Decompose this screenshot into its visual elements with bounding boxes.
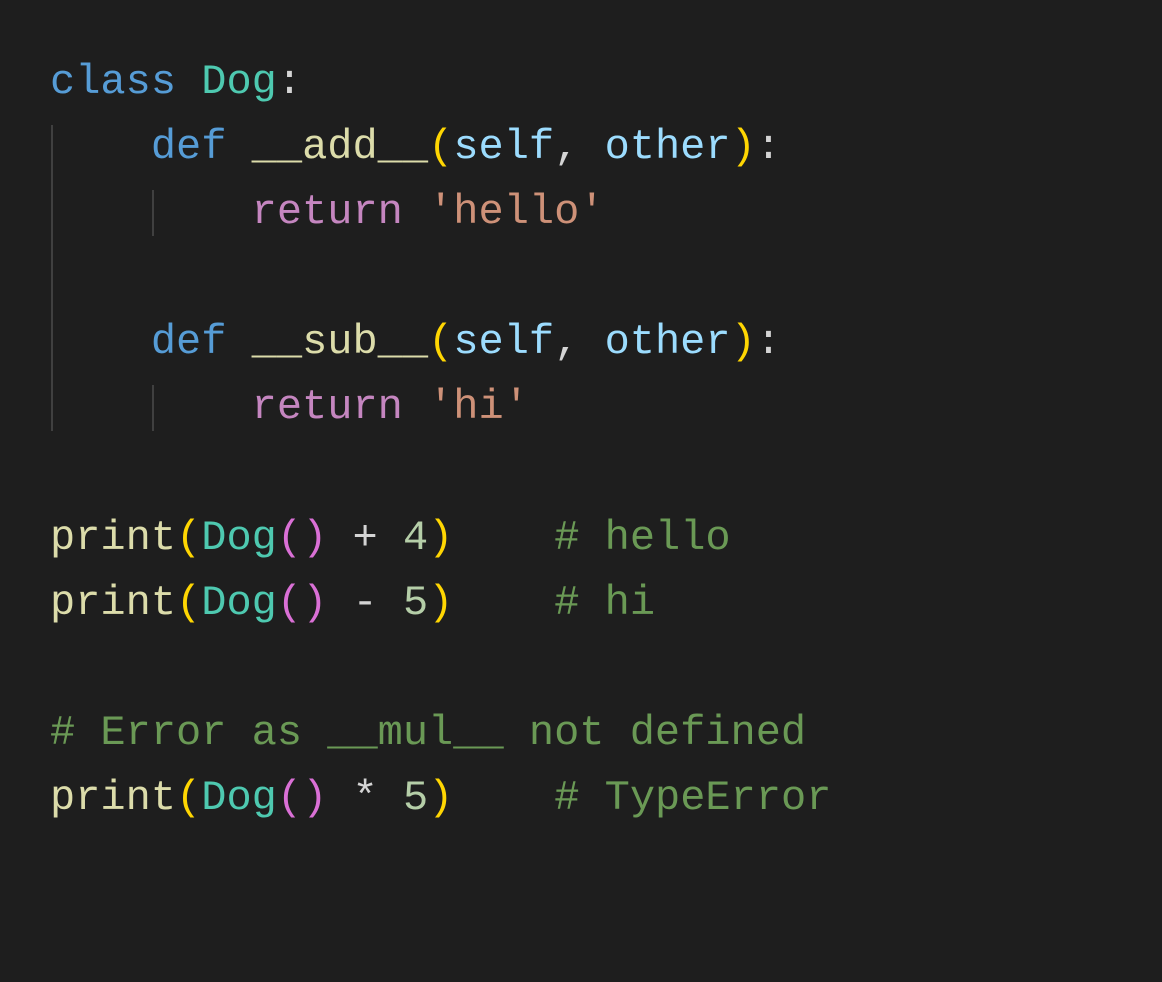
code-token: Dog [201, 514, 277, 562]
code-token: ) [302, 514, 327, 562]
code-token: 5 [403, 579, 428, 627]
code-line: def __add__(self, other): [50, 123, 781, 171]
code-token: Dog [201, 58, 277, 106]
code-token: other [605, 123, 731, 171]
code-token: 'hello' [428, 188, 604, 236]
code-token: : [756, 318, 781, 366]
code-line: print(Dog() * 5) # TypeError [50, 774, 831, 822]
code-token: : [277, 58, 302, 106]
code-line: def __sub__(self, other): [50, 318, 781, 366]
code-token: # hi [554, 579, 655, 627]
code-token: return [252, 383, 428, 431]
code-token: ( [176, 774, 201, 822]
code-token: def [151, 123, 252, 171]
code-token: def [151, 318, 252, 366]
code-line: return 'hello' [50, 188, 605, 236]
code-line: class Dog: [50, 58, 302, 106]
code-token [50, 188, 252, 236]
code-token: + [327, 514, 403, 562]
code-token [453, 774, 554, 822]
code-token [50, 383, 252, 431]
code-token: 4 [403, 514, 428, 562]
code-token: print [50, 579, 176, 627]
code-token: self [453, 318, 554, 366]
code-token: other [605, 318, 731, 366]
code-token [50, 123, 151, 171]
code-token: ) [302, 774, 327, 822]
code-token: , [554, 318, 604, 366]
code-token: __add__ [252, 123, 428, 171]
code-token [453, 514, 554, 562]
code-token: , [554, 123, 604, 171]
code-token: self [453, 123, 554, 171]
code-token: Dog [201, 774, 277, 822]
code-token: ) [731, 123, 756, 171]
code-token: 5 [403, 774, 428, 822]
code-token: class [50, 58, 201, 106]
code-line: print(Dog() - 5) # hi [50, 579, 655, 627]
code-token: print [50, 514, 176, 562]
code-token: ) [428, 774, 453, 822]
code-token: 'hi' [428, 383, 529, 431]
code-block: class Dog: def __add__(self, other): ret… [0, 0, 1162, 881]
code-token: __sub__ [252, 318, 428, 366]
code-token: : [756, 123, 781, 171]
code-token: ) [428, 514, 453, 562]
code-token: # hello [554, 514, 730, 562]
code-token: ( [176, 514, 201, 562]
code-line: return 'hi' [50, 383, 529, 431]
code-token: # TypeError [554, 774, 831, 822]
code-token [453, 579, 554, 627]
code-token: Dog [201, 579, 277, 627]
code-token: print [50, 774, 176, 822]
code-token: ( [428, 123, 453, 171]
code-token: ) [731, 318, 756, 366]
code-token: ( [277, 514, 302, 562]
code-token: ( [428, 318, 453, 366]
code-token: - [327, 579, 403, 627]
code-line: print(Dog() + 4) # hello [50, 514, 731, 562]
code-token: * [327, 774, 403, 822]
code-token [50, 318, 151, 366]
code-token: # Error as __mul__ not defined [50, 709, 806, 757]
code-token: return [252, 188, 428, 236]
code-token: ( [277, 579, 302, 627]
code-token: ( [277, 774, 302, 822]
code-token: ) [428, 579, 453, 627]
code-token: ( [176, 579, 201, 627]
code-token: ) [302, 579, 327, 627]
code-line: # Error as __mul__ not defined [50, 709, 806, 757]
